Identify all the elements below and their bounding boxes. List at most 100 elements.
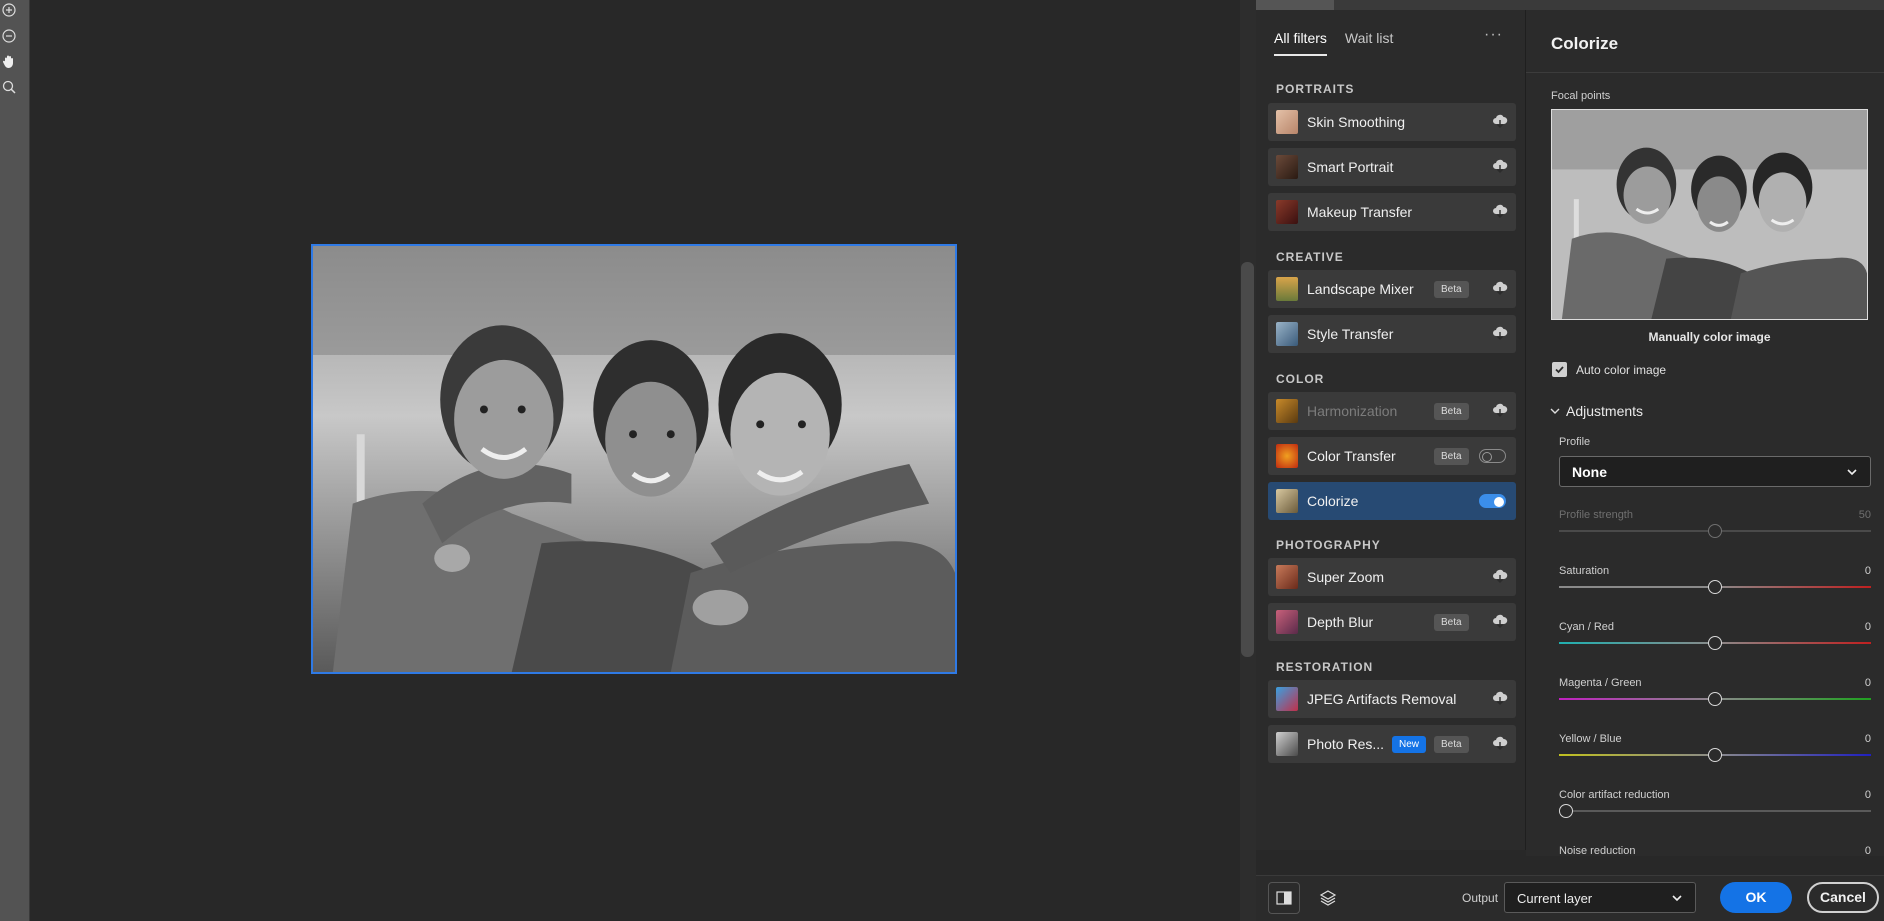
slider-knob[interactable] [1708, 524, 1722, 538]
filter-label: Depth Blur [1307, 614, 1374, 630]
filter-thumbnail [1276, 610, 1298, 634]
adjustments-header[interactable]: Adjustments [1550, 403, 1643, 419]
slider-value: 50 [1858, 509, 1871, 521]
slider-knob[interactable] [1708, 636, 1722, 650]
slider-label: Noise reduction [1559, 845, 1636, 856]
cloud-download-icon[interactable] [1492, 114, 1508, 128]
color-transfer-toggle[interactable] [1479, 449, 1506, 463]
scrollbar-thumb[interactable] [1241, 262, 1254, 657]
filter-landscape-mixer[interactable]: Landscape Mixer Beta [1268, 270, 1516, 308]
filter-photo-restoration[interactable]: Photo Res... New Beta [1268, 725, 1516, 763]
filter-harmonization[interactable]: Harmonization Beta [1268, 392, 1516, 430]
filter-thumbnail [1276, 200, 1298, 224]
tab-wait-list[interactable]: Wait list [1345, 30, 1393, 56]
saturation-slider[interactable]: Saturation 0 [1559, 565, 1871, 605]
preview-caption[interactable]: Manually color image [1551, 330, 1868, 344]
colorize-toggle[interactable] [1479, 494, 1506, 508]
top-scrollbar[interactable] [1256, 0, 1884, 10]
chevron-down-icon [1550, 408, 1560, 414]
output-label: Output [1462, 891, 1499, 905]
filter-label: Landscape Mixer [1307, 281, 1414, 297]
output-select[interactable]: Current layer [1504, 882, 1696, 913]
section-portraits: PORTRAITS [1276, 82, 1355, 96]
cloud-download-icon[interactable] [1492, 159, 1508, 173]
slider-value: 0 [1864, 845, 1871, 856]
beta-badge: Beta [1434, 403, 1469, 420]
filter-label: Style Transfer [1307, 326, 1394, 342]
cloud-download-icon[interactable] [1492, 736, 1508, 750]
slider-value: 0 [1864, 733, 1871, 745]
filter-thumbnail [1276, 155, 1298, 179]
filter-thumbnail [1276, 277, 1298, 301]
slider-value: 0 [1864, 789, 1871, 801]
slider-label: Saturation [1559, 565, 1610, 577]
zoom-in-icon[interactable] [0, 1, 18, 19]
filter-depth-blur[interactable]: Depth Blur Beta [1268, 603, 1516, 641]
output-value: Current layer [1517, 891, 1593, 906]
scrollbar-thumb[interactable] [1256, 0, 1334, 10]
filter-smart-portrait[interactable]: Smart Portrait [1268, 148, 1516, 186]
split-view-icon [1276, 891, 1292, 905]
cloud-download-icon[interactable] [1492, 403, 1508, 417]
section-color: COLOR [1276, 372, 1325, 386]
filters-panel: All filters Wait list ··· PORTRAITS Skin… [1256, 10, 1526, 850]
profile-strength-slider[interactable]: Profile strength 50 [1559, 509, 1871, 549]
chevron-down-icon [1847, 469, 1857, 476]
cyan-red-slider[interactable]: Cyan / Red 0 [1559, 621, 1871, 661]
filter-label: Photo Res... [1307, 736, 1385, 752]
filter-colorize[interactable]: Colorize [1268, 482, 1516, 520]
filter-skin-smoothing[interactable]: Skin Smoothing [1268, 103, 1516, 141]
slider-label: Cyan / Red [1559, 621, 1615, 633]
document-image[interactable] [311, 244, 957, 674]
auto-color-checkbox[interactable] [1552, 362, 1567, 377]
slider-value: 0 [1864, 677, 1871, 689]
cloud-download-icon[interactable] [1492, 614, 1508, 628]
section-photography: PHOTOGRAPHY [1276, 538, 1381, 552]
magnifier-icon[interactable] [0, 78, 18, 96]
filter-makeup-transfer[interactable]: Makeup Transfer [1268, 193, 1516, 231]
beta-badge: Beta [1434, 448, 1469, 465]
filter-super-zoom[interactable]: Super Zoom [1268, 558, 1516, 596]
filter-thumbnail [1276, 110, 1298, 134]
canvas-area[interactable] [30, 0, 1240, 921]
slider-knob[interactable] [1708, 748, 1722, 762]
cloud-download-icon[interactable] [1492, 204, 1508, 218]
ok-button[interactable]: OK [1720, 882, 1792, 913]
cloud-download-icon[interactable] [1492, 326, 1508, 340]
noise-reduction-slider[interactable]: Noise reduction 0 [1559, 845, 1871, 856]
cloud-download-icon[interactable] [1492, 281, 1508, 295]
beta-badge: Beta [1434, 281, 1469, 298]
slider-knob[interactable] [1708, 692, 1722, 706]
focal-points-label: Focal points [1551, 90, 1611, 102]
cloud-download-icon[interactable] [1492, 691, 1508, 705]
magenta-green-slider[interactable]: Magenta / Green 0 [1559, 677, 1871, 717]
filter-label: Harmonization [1307, 403, 1398, 419]
canvas-scrollbar[interactable] [1240, 0, 1256, 921]
filter-thumbnail [1276, 399, 1298, 423]
filter-label: JPEG Artifacts Removal [1307, 691, 1457, 707]
color-artifact-reduction-slider[interactable]: Color artifact reduction 0 [1559, 789, 1871, 829]
filter-label: Smart Portrait [1307, 159, 1394, 175]
profile-value: None [1572, 464, 1607, 480]
beta-badge: Beta [1434, 736, 1469, 753]
slider-knob[interactable] [1708, 580, 1722, 594]
focal-points-preview[interactable] [1551, 109, 1868, 320]
filter-style-transfer[interactable]: Style Transfer [1268, 315, 1516, 353]
cancel-button[interactable]: Cancel [1807, 882, 1879, 913]
bottom-bar: Output Current layer OK Cancel [1256, 875, 1884, 921]
filter-color-transfer[interactable]: Color Transfer Beta [1268, 437, 1516, 475]
yellow-blue-slider[interactable]: Yellow / Blue 0 [1559, 733, 1871, 773]
tab-all-filters[interactable]: All filters [1274, 30, 1327, 56]
filter-jpeg-artifacts-removal[interactable]: JPEG Artifacts Removal [1268, 680, 1516, 718]
layers-button[interactable] [1312, 882, 1344, 914]
zoom-out-icon[interactable] [0, 27, 18, 45]
hand-icon[interactable] [0, 52, 18, 70]
slider-knob[interactable] [1559, 804, 1573, 818]
cloud-download-icon[interactable] [1492, 569, 1508, 583]
profile-select[interactable]: None [1559, 456, 1871, 487]
filter-label: Super Zoom [1307, 569, 1385, 585]
panel-title: Colorize [1551, 34, 1619, 53]
compare-view-button[interactable] [1268, 882, 1300, 914]
left-toolbar [0, 0, 30, 921]
more-options-icon[interactable]: ··· [1484, 26, 1503, 44]
